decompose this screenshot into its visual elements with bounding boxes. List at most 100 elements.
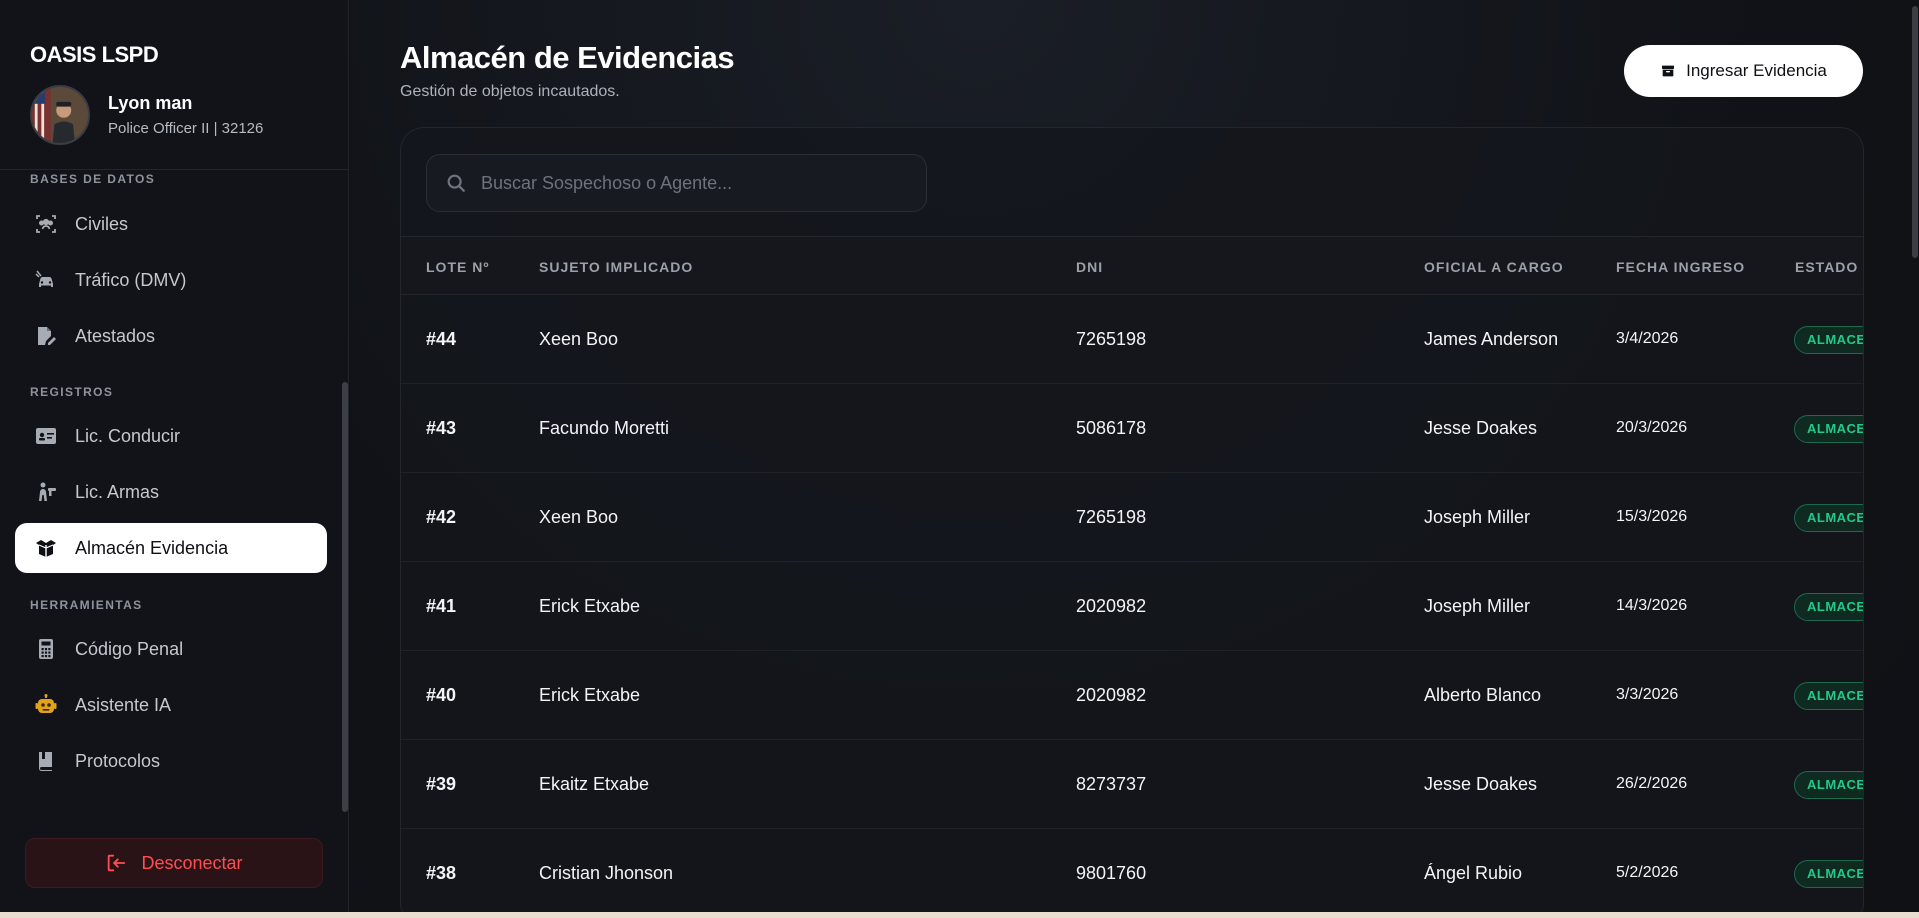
cell-fecha: 3/3/2026	[1616, 686, 1679, 703]
cell-oficial: Jesse Doakes	[1424, 774, 1538, 794]
cell-oficial: James Anderson	[1424, 329, 1559, 349]
app-brand: OASIS LSPD	[30, 42, 159, 67]
status-badge: ALMACE	[1794, 415, 1863, 443]
sidebar-item-label: Tráfico (DMV)	[75, 269, 187, 290]
main-content: Almacén de Evidencias Gestión de objetos…	[350, 0, 1919, 918]
cell-lote: #41	[426, 596, 457, 616]
logout-label: Desconectar	[141, 852, 243, 873]
section-label-bases-de-datos: BASES DE DATOS	[30, 172, 156, 186]
book-icon	[33, 748, 59, 774]
search-box[interactable]	[426, 154, 927, 212]
cell-oficial: Joseph Miller	[1424, 596, 1531, 616]
table-row[interactable]: #41 Erick Etxabe 2020982 Joseph Miller 1…	[401, 562, 1863, 651]
cell-fecha: 20/3/2026	[1616, 419, 1688, 436]
cell-lote: #42	[426, 507, 457, 527]
search-icon	[447, 174, 465, 192]
sidebar-item-label: Almacén Evidencia	[75, 537, 229, 558]
cell-sujeto: Facundo Moretti	[539, 418, 670, 438]
cell-dni: 9801760	[1076, 863, 1147, 883]
status-badge: ALMACE	[1794, 771, 1863, 799]
sidebar-item-label: Lic. Armas	[75, 481, 160, 502]
cell-sujeto: Erick Etxabe	[539, 596, 641, 616]
gun-license-icon	[33, 479, 59, 505]
sidebar-item-label: Protocolos	[75, 750, 161, 771]
user-rank: Police Officer II | 32126	[108, 120, 264, 137]
sidebar-item-atestados[interactable]: Atestados	[15, 311, 327, 361]
robot-icon	[33, 692, 59, 718]
sidebar-item-lic-armas[interactable]: Lic. Armas	[15, 467, 327, 517]
sidebar-item-asistente-ia[interactable]: Asistente IA	[15, 680, 327, 730]
sidebar-item-almacen-evidencia[interactable]: Almacén Evidencia	[15, 523, 327, 573]
sidebar-scrollbar[interactable]	[342, 382, 348, 812]
cell-sujeto: Cristian Jhonson	[539, 863, 674, 883]
cell-dni: 7265198	[1076, 329, 1147, 349]
cell-dni: 7265198	[1076, 507, 1147, 527]
table-row[interactable]: #44 Xeen Boo 7265198 James Anderson 3/4/…	[401, 295, 1863, 384]
status-badge: ALMACE	[1794, 593, 1863, 621]
column-header-oficial[interactable]: OFICIAL A CARGO	[1424, 259, 1564, 275]
column-header-fecha[interactable]: FECHA INGRESO	[1616, 259, 1745, 275]
cell-lote: #44	[426, 329, 457, 349]
logout-icon	[108, 854, 126, 872]
cell-oficial: Joseph Miller	[1424, 507, 1531, 527]
logout-button[interactable]: Desconectar	[25, 838, 323, 888]
cell-sujeto: Erick Etxabe	[539, 685, 641, 705]
cell-dni: 5086178	[1076, 418, 1147, 438]
user-profile: Lyon man Police Officer II | 32126	[30, 85, 263, 145]
cell-dni: 8273737	[1076, 774, 1147, 794]
column-header-sujeto[interactable]: SUJETO IMPLICADO	[539, 259, 693, 275]
sidebar: OASIS LSPD Lyon man Police Officer II | …	[0, 0, 349, 912]
sidebar-item-label: Atestados	[75, 325, 156, 346]
sidebar-item-label: Asistente IA	[75, 694, 172, 715]
page-title: Almacén de Evidencias	[400, 40, 735, 75]
sidebar-item-label: Código Penal	[75, 638, 184, 659]
bottom-edge	[0, 912, 1919, 918]
cell-dni: 2020982	[1076, 596, 1147, 616]
sidebar-item-lic-conducir[interactable]: Lic. Conducir	[15, 411, 327, 461]
column-header-lote[interactable]: LOTE Nº	[426, 259, 489, 275]
car-icon	[33, 267, 59, 293]
calculator-icon	[33, 636, 59, 662]
cell-fecha: 14/3/2026	[1616, 597, 1688, 614]
cell-oficial: Ángel Rubio	[1424, 863, 1523, 883]
cell-sujeto: Ekaitz Etxabe	[539, 774, 650, 794]
column-header-dni[interactable]: DNI	[1076, 259, 1103, 275]
add-evidence-button[interactable]: Ingresar Evidencia	[1624, 45, 1863, 97]
page-subtitle: Gestión de objetos incautados.	[400, 83, 620, 100]
sidebar-item-protocolos[interactable]: Protocolos	[15, 736, 327, 786]
cell-lote: #38	[426, 863, 457, 883]
cell-lote: #43	[426, 418, 457, 438]
page-scrollbar[interactable]	[1912, 6, 1918, 258]
avatar	[30, 85, 90, 145]
sidebar-item-codigo-penal[interactable]: Código Penal	[15, 624, 327, 674]
table-row[interactable]: #40 Erick Etxabe 2020982 Alberto Blanco …	[401, 651, 1863, 740]
cell-sujeto: Xeen Boo	[539, 329, 619, 349]
status-badge: ALMACE	[1794, 682, 1863, 710]
add-evidence-label: Ingresar Evidencia	[1686, 61, 1827, 80]
search-input[interactable]	[481, 172, 921, 194]
table-row[interactable]: #38 Cristian Jhonson 9801760 Ángel Rubio…	[401, 829, 1863, 918]
cell-dni: 2020982	[1076, 685, 1147, 705]
cell-lote: #40	[426, 685, 457, 705]
section-label-herramientas: HERRAMIENTAS	[30, 598, 143, 612]
users-icon	[33, 211, 59, 237]
sidebar-nav: BASES DE DATOS Civiles Tráfico (DMV) Ate…	[0, 170, 349, 820]
sidebar-item-label: Lic. Conducir	[75, 425, 181, 446]
cell-oficial: Jesse Doakes	[1424, 418, 1538, 438]
section-label-registros: REGISTROS	[30, 385, 114, 399]
table-row[interactable]: #42 Xeen Boo 7265198 Joseph Miller 15/3/…	[401, 473, 1863, 562]
cell-sujeto: Xeen Boo	[539, 507, 619, 527]
sidebar-item-label: Civiles	[75, 213, 129, 234]
sidebar-item-civiles[interactable]: Civiles	[15, 199, 327, 249]
table-row[interactable]: #43 Facundo Moretti 5086178 Jesse Doakes…	[401, 384, 1863, 473]
user-name: Lyon man	[108, 93, 193, 113]
column-header-estado[interactable]: ESTADO	[1795, 259, 1858, 275]
sidebar-item-trafico[interactable]: Tráfico (DMV)	[15, 255, 327, 305]
box-open-icon	[33, 535, 59, 561]
box-icon	[1662, 65, 1675, 77]
cell-fecha: 5/2/2026	[1616, 864, 1679, 881]
cell-fecha: 26/2/2026	[1616, 775, 1688, 792]
document-edit-icon	[33, 323, 59, 349]
status-badge: ALMACE	[1794, 504, 1863, 532]
table-row[interactable]: #39 Ekaitz Etxabe 8273737 Jesse Doakes 2…	[401, 740, 1863, 829]
